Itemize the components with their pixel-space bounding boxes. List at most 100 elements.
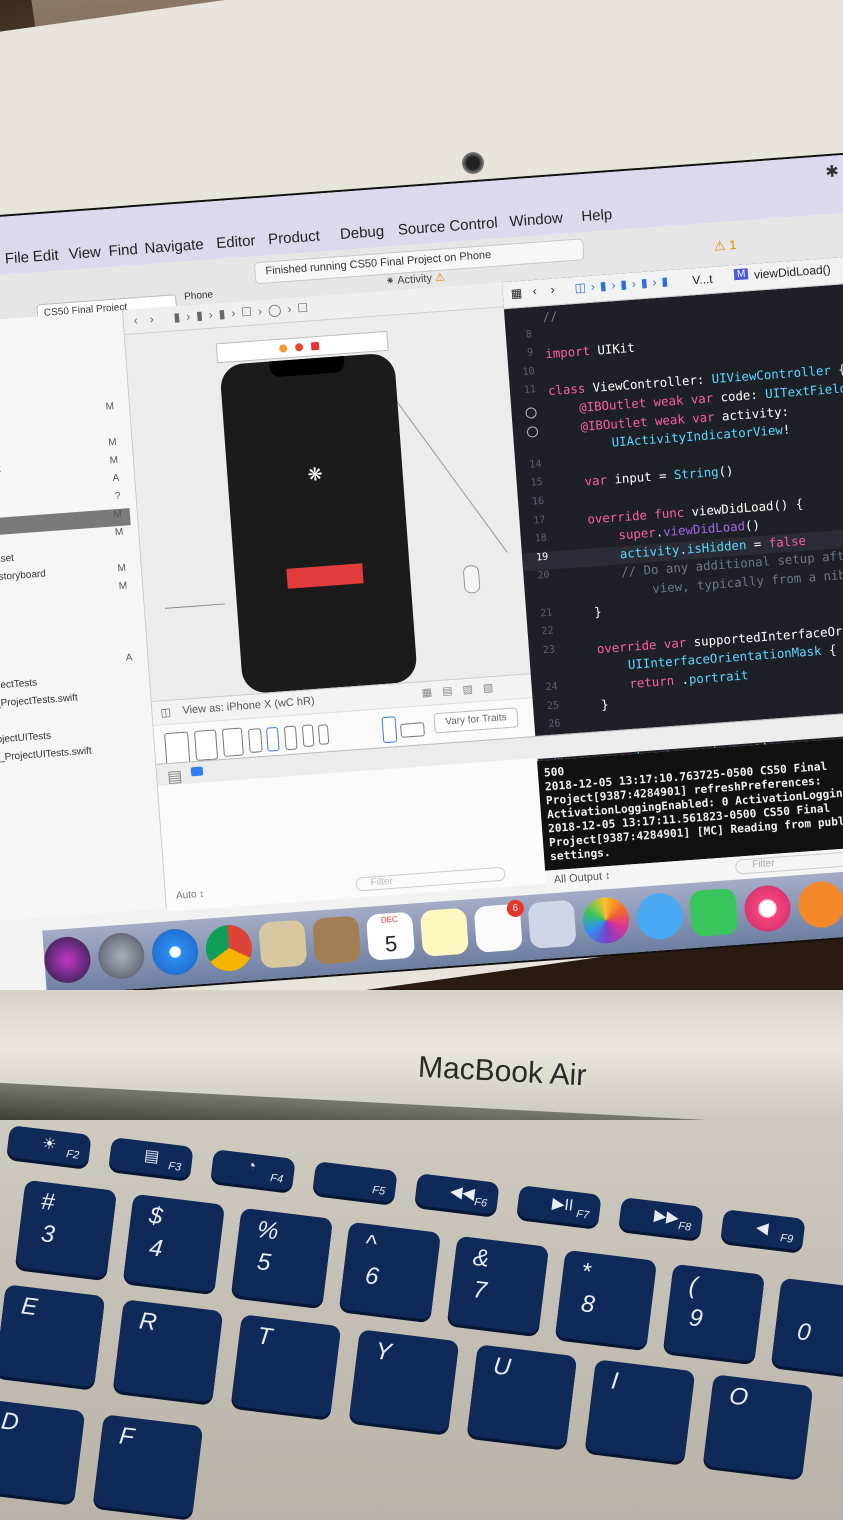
facetime-icon[interactable] <box>689 887 739 938</box>
line-number[interactable]: 15 <box>516 477 543 490</box>
number-key[interactable]: % 5 <box>230 1207 334 1307</box>
breakpoint-toggle-icon[interactable] <box>190 766 204 777</box>
output-selector[interactable]: All Output ↕ <box>553 870 611 886</box>
line-number[interactable]: 9 <box>507 347 534 360</box>
reminders-icon[interactable]: 6 <box>473 899 525 953</box>
line-number[interactable]: 18 <box>520 533 547 546</box>
access-button[interactable] <box>286 563 364 589</box>
code-body[interactable]: //8 9 import UIKit 10 11 class ViewController… <box>504 284 843 823</box>
outlet-connection-icon[interactable] <box>526 425 539 438</box>
line-number[interactable]: 22 <box>527 626 554 639</box>
number-key[interactable]: 0 <box>770 1277 843 1377</box>
line-number[interactable]: 21 <box>526 607 553 620</box>
breadcrumb-method[interactable]: viewDidLoad() <box>754 262 832 282</box>
vc-dot-icon[interactable] <box>278 344 288 353</box>
line-number[interactable]: 19 <box>522 551 549 564</box>
exit-icon[interactable] <box>310 341 320 351</box>
line-number[interactable]: 26 <box>534 718 561 731</box>
forward-icon[interactable]: › <box>550 282 555 296</box>
menu-view[interactable]: View <box>68 244 101 263</box>
variables-filter[interactable]: Filter <box>355 866 506 892</box>
line-number[interactable]: 20 <box>523 570 550 583</box>
vary-for-traits-button[interactable]: Vary for Traits <box>433 707 519 734</box>
outlet-connection-icon[interactable] <box>525 407 537 419</box>
device-selector[interactable]: Phone <box>184 289 214 302</box>
line-number[interactable]: 24 <box>531 681 558 694</box>
layout-tools-icons[interactable]: ▦▤▧▨ <box>421 680 503 699</box>
number-key[interactable]: #3 <box>14 1179 118 1279</box>
number-key[interactable]: ^ 6 <box>338 1221 442 1321</box>
device-ipad-icon[interactable] <box>193 729 219 761</box>
photos-icon[interactable] <box>581 895 631 945</box>
back-icon[interactable]: ‹ <box>532 284 537 298</box>
menu-file[interactable]: File <box>4 249 29 268</box>
line-number[interactable]: 25 <box>533 700 560 713</box>
menu-editor[interactable]: Editor <box>216 232 256 252</box>
siri-icon[interactable] <box>42 935 93 985</box>
launchpad-icon[interactable] <box>96 931 146 981</box>
line-number[interactable]: 11 <box>510 384 537 397</box>
notes-icon[interactable] <box>419 907 470 957</box>
photo-booth-icon[interactable] <box>527 899 577 949</box>
warning-badge[interactable]: ⚠ 1 <box>713 237 737 255</box>
device-ipad-mini-icon[interactable] <box>221 727 244 757</box>
device-iphone-plus-icon[interactable] <box>247 728 263 754</box>
line-number[interactable]: 10 <box>508 366 535 379</box>
device-iphone-se-icon[interactable] <box>301 724 315 748</box>
line-number[interactable]: 23 <box>529 644 556 657</box>
letter-key[interactable]: E <box>0 1284 106 1388</box>
device-iphone-icon[interactable] <box>283 725 298 751</box>
line-number[interactable]: 14 <box>515 459 542 472</box>
preview-icon[interactable] <box>258 919 308 969</box>
books-icon[interactable] <box>796 879 843 930</box>
letter-key[interactable]: T <box>230 1314 342 1418</box>
line-number[interactable]: 17 <box>519 514 546 527</box>
menu-edit[interactable]: Edit <box>32 247 59 266</box>
segue-icon[interactable] <box>462 564 481 594</box>
device-ipad-pro-icon[interactable] <box>164 731 191 766</box>
orientation-landscape-icon[interactable] <box>400 722 425 738</box>
breadcrumb-file[interactable]: V...t <box>692 272 713 287</box>
number-key[interactable]: (9 <box>662 1263 766 1363</box>
line-number[interactable] <box>504 310 530 312</box>
menu-find[interactable]: Find <box>108 241 138 260</box>
menu-navigate[interactable]: Navigate <box>144 236 204 257</box>
sidebar-toggle-icon[interactable]: ◫ <box>160 706 171 720</box>
music-icon[interactable] <box>742 883 793 934</box>
letter-key[interactable]: F <box>92 1414 204 1518</box>
letter-key[interactable]: I <box>584 1359 696 1463</box>
menu-window[interactable]: Window <box>509 210 563 231</box>
letter-key[interactable]: R <box>112 1299 224 1403</box>
contacts-icon[interactable] <box>312 915 362 965</box>
chrome-icon[interactable] <box>204 923 254 973</box>
auto-selector[interactable]: Auto ↕ <box>176 889 205 902</box>
first-responder-icon[interactable] <box>294 343 304 352</box>
breadcrumb-icons[interactable]: ◫›▮›▮›▮›▮ <box>574 274 674 295</box>
bluetooth-icon[interactable]: ✱ <box>825 161 840 182</box>
line-number[interactable]: 16 <box>518 496 545 509</box>
related-items-icon[interactable]: ▦ <box>510 286 522 301</box>
letter-key[interactable]: Y <box>348 1329 460 1433</box>
activity-spinner-icon[interactable]: ❋ <box>307 464 324 486</box>
code-editor[interactable]: ▦ ‹ › ◫›▮›▮›▮›▮ V...t M viewDidLoad() //… <box>501 254 843 823</box>
letter-key[interactable]: U <box>466 1344 578 1448</box>
device-iphone-x-icon[interactable] <box>265 726 280 752</box>
iphone-scene[interactable]: ❋ <box>219 352 418 695</box>
back-icon[interactable]: ‹ <box>133 313 138 327</box>
safari-icon[interactable] <box>150 927 200 977</box>
calendar-icon[interactable]: DEC 5 <box>365 911 416 961</box>
menu-help[interactable]: Help <box>581 206 613 225</box>
number-key[interactable]: & 7 <box>446 1235 550 1335</box>
forward-icon[interactable]: › <box>149 312 154 326</box>
letter-key[interactable]: O <box>702 1374 814 1478</box>
messages-icon[interactable] <box>635 891 685 942</box>
menu-debug[interactable]: Debug <box>339 223 384 243</box>
number-key[interactable]: * 8 <box>554 1249 658 1349</box>
menu-product[interactable]: Product <box>268 228 321 249</box>
number-key[interactable]: $4 <box>122 1193 226 1293</box>
menu-source-control[interactable]: Source Control <box>397 214 498 238</box>
device-iphone-4s-icon[interactable] <box>317 724 330 745</box>
letter-key[interactable]: D <box>0 1399 86 1503</box>
orientation-portrait-icon[interactable] <box>381 716 398 744</box>
line-number[interactable]: 8 <box>506 329 532 342</box>
